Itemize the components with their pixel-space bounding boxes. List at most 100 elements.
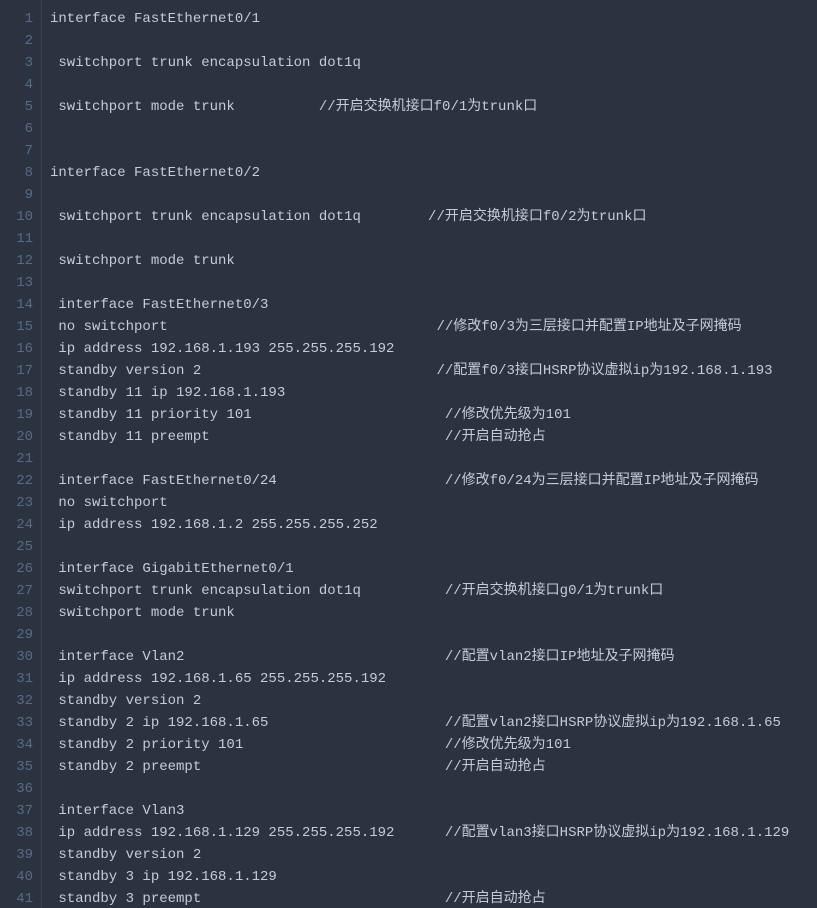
code-text: interface FastEthernet0/24 //修改f0/24为三层接… <box>50 470 758 492</box>
code-text: standby 3 ip 192.168.1.129 <box>50 866 277 888</box>
code-line: standby version 2 <box>50 690 817 712</box>
line-number: 9 <box>0 184 33 206</box>
code-text: standby version 2 <box>50 844 201 866</box>
code-line: standby version 2 <box>50 844 817 866</box>
line-number: 10 <box>0 206 33 228</box>
line-number: 29 <box>0 624 33 646</box>
code-text: switchport trunk encapsulation dot1q <box>50 52 361 74</box>
code-line: standby 11 preempt //开启自动抢占 <box>50 426 817 448</box>
code-line: interface FastEthernet0/1 <box>50 8 817 30</box>
line-number: 4 <box>0 74 33 96</box>
code-line: standby 2 ip 192.168.1.65 //配置vlan2接口HSR… <box>50 712 817 734</box>
code-line: ip address 192.168.1.193 255.255.255.192 <box>50 338 817 360</box>
code-line <box>50 536 817 558</box>
code-line <box>50 118 817 140</box>
code-text: ip address 192.168.1.2 255.255.255.252 <box>50 514 378 536</box>
line-number: 37 <box>0 800 33 822</box>
code-text: interface FastEthernet0/3 <box>50 294 268 316</box>
code-line <box>50 228 817 250</box>
code-line <box>50 624 817 646</box>
code-text: standby 2 ip 192.168.1.65 //配置vlan2接口HSR… <box>50 712 781 734</box>
code-line: ip address 192.168.1.129 255.255.255.192… <box>50 822 817 844</box>
line-number: 5 <box>0 96 33 118</box>
line-number: 24 <box>0 514 33 536</box>
code-text: standby 11 ip 192.168.1.193 <box>50 382 285 404</box>
code-line: interface GigabitEthernet0/1 <box>50 558 817 580</box>
line-number: 16 <box>0 338 33 360</box>
code-line: standby 11 priority 101 //修改优先级为101 <box>50 404 817 426</box>
code-text: standby 11 preempt //开启自动抢占 <box>50 426 546 448</box>
code-line <box>50 448 817 470</box>
code-text: standby 2 priority 101 //修改优先级为101 <box>50 734 571 756</box>
line-number: 33 <box>0 712 33 734</box>
code-text: standby version 2 <box>50 690 201 712</box>
line-number: 11 <box>0 228 33 250</box>
line-number: 35 <box>0 756 33 778</box>
line-number: 6 <box>0 118 33 140</box>
code-line: interface Vlan2 //配置vlan2接口IP地址及子网掩码 <box>50 646 817 668</box>
line-number: 13 <box>0 272 33 294</box>
code-line <box>50 272 817 294</box>
code-line: interface FastEthernet0/3 <box>50 294 817 316</box>
code-text: ip address 192.168.1.65 255.255.255.192 <box>50 668 386 690</box>
code-line: ip address 192.168.1.65 255.255.255.192 <box>50 668 817 690</box>
code-line: standby 3 ip 192.168.1.129 <box>50 866 817 888</box>
code-line: ip address 192.168.1.2 255.255.255.252 <box>50 514 817 536</box>
code-line: no switchport <box>50 492 817 514</box>
line-number: 39 <box>0 844 33 866</box>
line-number-gutter: 1234567891011121314151617181920212223242… <box>0 0 42 908</box>
line-number: 30 <box>0 646 33 668</box>
code-line: switchport mode trunk //开启交换机接口f0/1为trun… <box>50 96 817 118</box>
code-line: standby 2 preempt //开启自动抢占 <box>50 756 817 778</box>
line-number: 40 <box>0 866 33 888</box>
code-line: interface Vlan3 <box>50 800 817 822</box>
code-line <box>50 30 817 52</box>
line-number: 38 <box>0 822 33 844</box>
code-text: ip address 192.168.1.129 255.255.255.192… <box>50 822 789 844</box>
line-number: 12 <box>0 250 33 272</box>
code-line: interface FastEthernet0/2 <box>50 162 817 184</box>
line-number: 32 <box>0 690 33 712</box>
code-line: standby 3 preempt //开启自动抢占 <box>50 888 817 908</box>
code-text: switchport trunk encapsulation dot1q //开… <box>50 580 663 602</box>
code-line: standby 11 ip 192.168.1.193 <box>50 382 817 404</box>
code-line <box>50 74 817 96</box>
line-number: 1 <box>0 8 33 30</box>
code-text: standby 3 preempt //开启自动抢占 <box>50 888 546 908</box>
code-line <box>50 184 817 206</box>
line-number: 36 <box>0 778 33 800</box>
code-line: switchport mode trunk <box>50 602 817 624</box>
code-editor: 1234567891011121314151617181920212223242… <box>0 0 817 908</box>
code-line: switchport trunk encapsulation dot1q //开… <box>50 206 817 228</box>
code-text: interface GigabitEthernet0/1 <box>50 558 294 580</box>
code-line: no switchport //修改f0/3为三层接口并配置IP地址及子网掩码 <box>50 316 817 338</box>
line-number: 28 <box>0 602 33 624</box>
line-number: 22 <box>0 470 33 492</box>
code-text: standby version 2 //配置f0/3接口HSRP协议虚拟ip为1… <box>50 360 773 382</box>
code-text: switchport mode trunk //开启交换机接口f0/1为trun… <box>50 96 537 118</box>
line-number: 8 <box>0 162 33 184</box>
line-number: 7 <box>0 140 33 162</box>
line-number: 14 <box>0 294 33 316</box>
code-line: standby version 2 //配置f0/3接口HSRP协议虚拟ip为1… <box>50 360 817 382</box>
line-number: 31 <box>0 668 33 690</box>
code-text: switchport mode trunk <box>50 602 235 624</box>
code-text: interface Vlan2 //配置vlan2接口IP地址及子网掩码 <box>50 646 674 668</box>
code-area: interface FastEthernet0/1 switchport tru… <box>42 0 817 908</box>
code-text: switchport mode trunk <box>50 250 235 272</box>
line-number: 34 <box>0 734 33 756</box>
code-text: standby 11 priority 101 //修改优先级为101 <box>50 404 571 426</box>
code-text: switchport trunk encapsulation dot1q //开… <box>50 206 646 228</box>
line-number: 26 <box>0 558 33 580</box>
code-line: switchport trunk encapsulation dot1q <box>50 52 817 74</box>
line-number: 2 <box>0 30 33 52</box>
code-line: switchport mode trunk <box>50 250 817 272</box>
line-number: 27 <box>0 580 33 602</box>
line-number: 17 <box>0 360 33 382</box>
code-text: ip address 192.168.1.193 255.255.255.192 <box>50 338 394 360</box>
code-text: standby 2 preempt //开启自动抢占 <box>50 756 546 778</box>
line-number: 25 <box>0 536 33 558</box>
line-number: 20 <box>0 426 33 448</box>
code-line: interface FastEthernet0/24 //修改f0/24为三层接… <box>50 470 817 492</box>
code-text: no switchport <box>50 492 168 514</box>
